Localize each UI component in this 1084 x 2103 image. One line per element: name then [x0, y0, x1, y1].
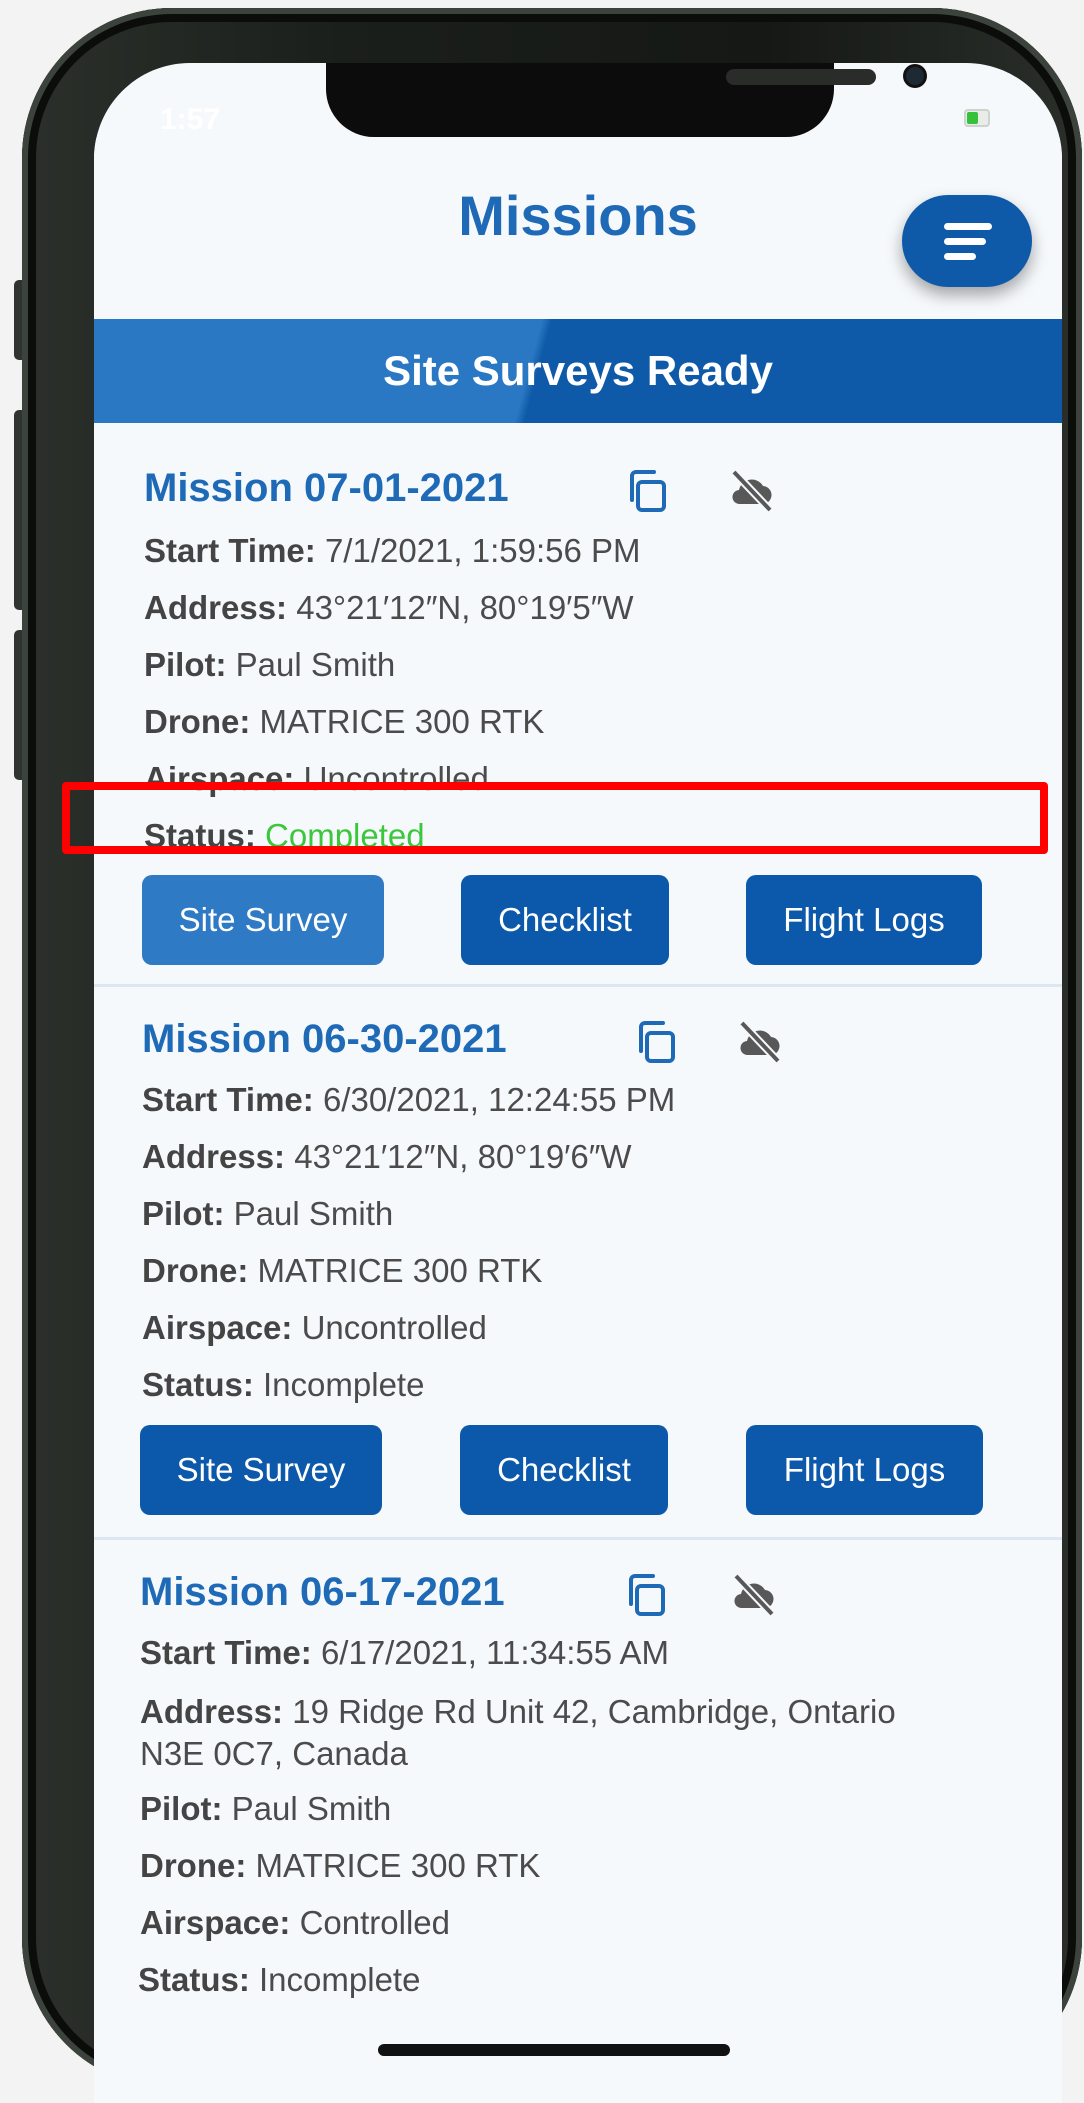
address-row: Address: 43°21′12″N, 80°19′5″W: [144, 589, 634, 626]
start-time-row: Start Time: 7/1/2021, 1:59:56 PM: [144, 532, 641, 569]
copy-icon[interactable]: [622, 466, 672, 516]
hamburger-menu-icon-line: [944, 238, 986, 245]
copy-icon[interactable]: [631, 1017, 681, 1067]
drone-row: Drone: MATRICE 300 RTK: [140, 1847, 541, 1884]
site-survey-button[interactable]: Site Survey: [140, 1425, 382, 1515]
airspace-row: Airspace: Uncontrolled: [142, 1309, 487, 1346]
flight-logs-button[interactable]: Flight Logs: [746, 875, 982, 965]
pilot-row: Pilot: Paul Smith: [142, 1195, 394, 1232]
start-time-row: Start Time: 6/30/2021, 12:24:55 PM: [142, 1081, 676, 1118]
status-badge: Incomplete: [263, 1366, 425, 1403]
checklist-button[interactable]: Checklist: [461, 875, 669, 965]
status-bar-time: 1:57: [160, 103, 221, 136]
hamburger-menu-icon-line: [944, 253, 976, 260]
cloud-off-icon[interactable]: [734, 1017, 784, 1067]
cloud-off-icon[interactable]: [728, 1570, 778, 1620]
status-badge: Incomplete: [259, 1961, 421, 1998]
copy-icon[interactable]: [621, 1570, 671, 1620]
airspace-row: Airspace: Controlled: [140, 1904, 450, 1941]
start-time-row: Start Time: 6/17/2021, 11:34:55 AM: [140, 1634, 669, 1671]
status-row: Status: Incomplete: [138, 1961, 421, 1998]
status-highlight-box: [62, 782, 1048, 854]
mission-card: Mission 06-30-2021 Start Time: 6/30/2021…: [94, 987, 1062, 1540]
front-camera: [906, 67, 924, 85]
drone-row: Drone: MATRICE 300 RTK: [142, 1252, 543, 1289]
menu-button[interactable]: [902, 195, 1032, 287]
battery-icon: [964, 109, 990, 127]
app-screen: 1:57 Missions Site Surveys Ready Mission…: [94, 63, 1062, 2103]
home-indicator: [378, 2044, 730, 2056]
drone-row: Drone: MATRICE 300 RTK: [144, 703, 545, 740]
phone-frame: 1:57 Missions Site Surveys Ready Mission…: [22, 8, 1082, 2103]
hamburger-menu-icon: [944, 223, 992, 230]
address-row: Address: 19 Ridge Rd Unit 42, Cambridge,…: [140, 1693, 896, 1772]
speaker: [726, 69, 876, 85]
notch: [326, 63, 924, 137]
mission-title[interactable]: Mission 07-01-2021: [144, 466, 509, 511]
address-row: Address: 43°21′12″N, 80°19′6″W: [142, 1138, 632, 1175]
pilot-row: Pilot: Paul Smith: [144, 646, 396, 683]
checklist-button[interactable]: Checklist: [460, 1425, 668, 1515]
pilot-row: Pilot: Paul Smith: [140, 1790, 392, 1827]
flight-logs-button[interactable]: Flight Logs: [746, 1425, 983, 1515]
site-survey-button[interactable]: Site Survey: [142, 875, 384, 965]
cloud-off-icon[interactable]: [726, 466, 776, 516]
mission-card: Mission 07-01-2021 Start Time: 7/1/2021,…: [94, 436, 1062, 996]
status-row: Status: Incomplete: [142, 1366, 425, 1403]
site-surveys-banner: Site Surveys Ready: [94, 319, 1062, 423]
mission-card: Mission 06-17-2021 Start Time: 6/17/2021…: [94, 1540, 1062, 2060]
mission-title[interactable]: Mission 06-30-2021: [142, 1017, 507, 1062]
mission-title[interactable]: Mission 06-17-2021: [140, 1570, 505, 1615]
